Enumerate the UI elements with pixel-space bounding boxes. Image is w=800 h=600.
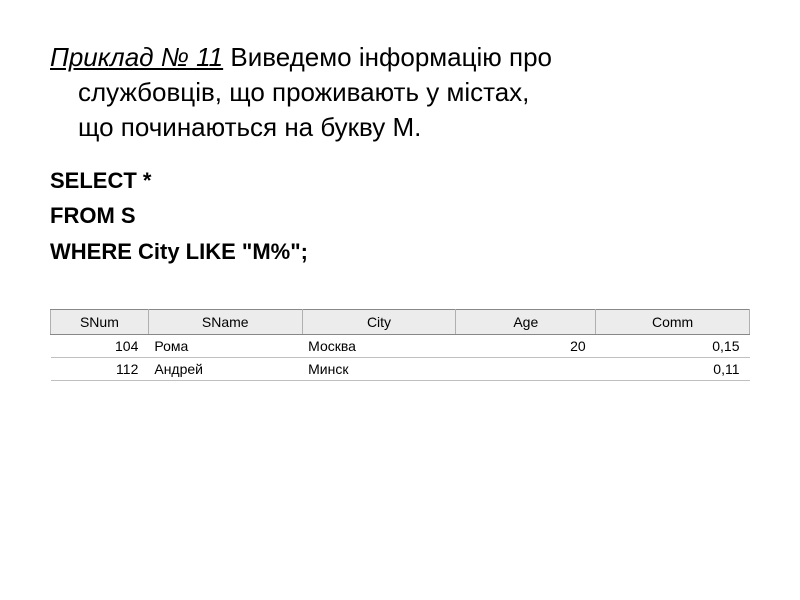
col-header-snum: SNum [51, 309, 149, 334]
sql-line-2: FROM S [50, 198, 750, 233]
cell-comm: 0,15 [596, 334, 750, 357]
example-description: Приклад № 11 Виведемо інформацію про слу… [50, 40, 750, 145]
cell-city: Минск [302, 357, 456, 380]
cell-snum: 104 [51, 334, 149, 357]
cell-city: Москва [302, 334, 456, 357]
sql-line-3: WHERE City LIKE "М%"; [50, 234, 750, 269]
col-header-age: Age [456, 309, 596, 334]
cell-sname: Рома [148, 334, 302, 357]
cell-sname: Андрей [148, 357, 302, 380]
sql-block: SELECT * FROM S WHERE City LIKE "М%"; [50, 163, 750, 269]
result-table-wrap: SNum SName City Age Comm 104 Рома Москва… [50, 309, 750, 381]
cell-comm: 0,11 [596, 357, 750, 380]
result-table: SNum SName City Age Comm 104 Рома Москва… [50, 309, 750, 381]
col-header-comm: Comm [596, 309, 750, 334]
example-label: Приклад № 11 [50, 42, 223, 72]
description-text-3: що починаються на букву М. [50, 110, 750, 145]
cell-age: 20 [456, 334, 596, 357]
sql-line-1: SELECT * [50, 163, 750, 198]
description-text-1: Виведемо інформацію про [223, 42, 552, 72]
cell-snum: 112 [51, 357, 149, 380]
table-row: 112 Андрей Минск 0,11 [51, 357, 750, 380]
description-text-2: службовців, що проживають у містах, [50, 75, 750, 110]
table-row: 104 Рома Москва 20 0,15 [51, 334, 750, 357]
col-header-sname: SName [148, 309, 302, 334]
col-header-city: City [302, 309, 456, 334]
table-header-row: SNum SName City Age Comm [51, 309, 750, 334]
cell-age [456, 357, 596, 380]
